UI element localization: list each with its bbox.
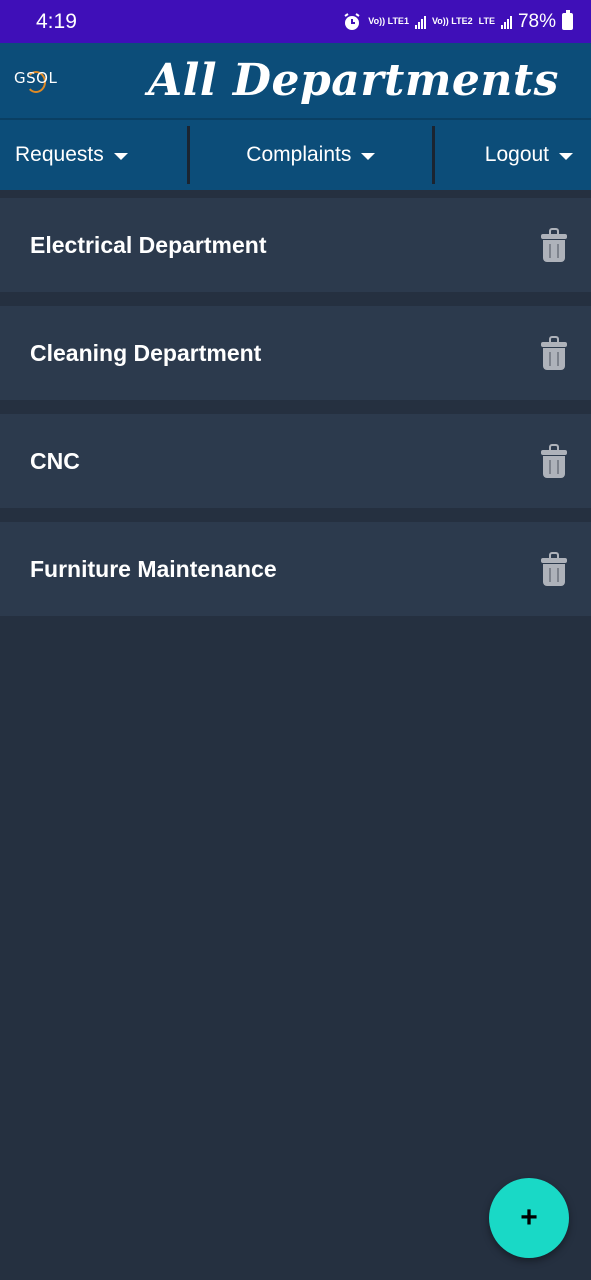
trash-icon[interactable] xyxy=(541,336,567,370)
chevron-down-icon xyxy=(559,152,574,160)
department-list: Electrical Department Cleaning Departmen… xyxy=(0,198,591,630)
department-name: Cleaning Department xyxy=(30,339,262,366)
signal-icon xyxy=(500,15,512,29)
department-name: Furniture Maintenance xyxy=(30,555,277,582)
app-header: GSOL All Departments xyxy=(0,43,591,118)
status-icons: Vo)) LTE1 Vo)) LTE2 LTE 78% xyxy=(342,10,573,33)
nav-complaints[interactable]: Complaints xyxy=(190,120,431,190)
department-name: Electrical Department xyxy=(30,231,267,258)
chevron-down-icon xyxy=(113,152,128,160)
battery-percent: 78% xyxy=(517,10,556,32)
list-item[interactable]: CNC xyxy=(0,414,591,508)
sim1-indicator: Vo)) LTE1 xyxy=(368,17,409,26)
nav-bar: Requests Complaints Logout xyxy=(0,118,591,190)
list-item[interactable]: Furniture Maintenance xyxy=(0,522,591,616)
lte-label: LTE xyxy=(478,16,495,26)
lte-indicator: LTE xyxy=(479,17,495,26)
department-name: CNC xyxy=(30,447,80,474)
battery-icon xyxy=(562,10,573,30)
add-department-button[interactable]: + xyxy=(489,1178,569,1258)
status-time: 4:19 xyxy=(36,9,77,33)
list-item[interactable]: Electrical Department xyxy=(0,198,591,292)
nav-complaints-label: Complaints xyxy=(246,143,352,166)
page-title: All Departments xyxy=(148,55,559,106)
logo: GSOL xyxy=(14,69,58,87)
trash-icon[interactable] xyxy=(541,552,567,586)
list-item[interactable]: Cleaning Department xyxy=(0,306,591,400)
alarm-icon xyxy=(344,12,360,30)
nav-logout-label: Logout xyxy=(484,143,550,166)
nav-logout[interactable]: Logout xyxy=(435,120,591,190)
sim1-label: Vo)) LTE1 xyxy=(368,16,409,26)
trash-icon[interactable] xyxy=(541,228,567,262)
plus-icon: + xyxy=(520,1201,538,1234)
signal-icon xyxy=(414,15,426,29)
status-bar: 4:19 Vo)) LTE1 Vo)) LTE2 LTE 78% xyxy=(0,0,591,43)
trash-icon[interactable] xyxy=(541,444,567,478)
sim2-indicator: Vo)) LTE2 xyxy=(432,17,473,26)
sim2-label: Vo)) LTE2 xyxy=(431,16,473,26)
nav-requests-label: Requests xyxy=(15,143,104,166)
nav-requests[interactable]: Requests xyxy=(0,120,187,190)
chevron-down-icon xyxy=(361,152,376,160)
